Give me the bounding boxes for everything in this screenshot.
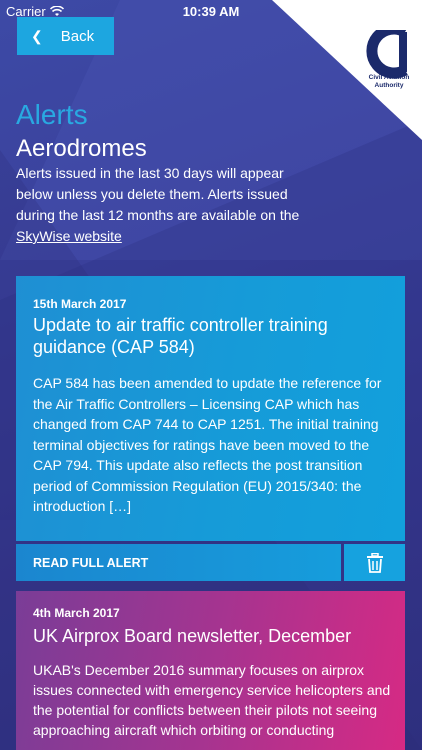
intro-text: Alerts issued in the last 30 days will a… — [16, 163, 316, 247]
read-full-alert-label: READ FULL ALERT — [33, 555, 149, 570]
alert-card: 4th March 2017 UK Airprox Board newslett… — [16, 591, 405, 750]
skywise-link[interactable]: SkyWise website — [16, 228, 122, 244]
alert-date: 15th March 2017 — [33, 297, 127, 311]
intro-body: Alerts issued in the last 30 days will a… — [16, 165, 300, 223]
alert-title[interactable]: Update to air traffic controller trainin… — [33, 314, 373, 358]
back-button-label: Back — [60, 27, 95, 45]
alert-title[interactable]: UK Airprox Board newsletter, December — [33, 625, 373, 647]
alert-card: 15th March 2017 Update to air traffic co… — [16, 276, 405, 541]
back-button[interactable]: ❮ Back — [17, 17, 114, 55]
alert-summary: CAP 584 has been amended to update the r… — [33, 375, 382, 514]
chevron-left-icon: ❮ — [31, 27, 43, 44]
alert-date: 4th March 2017 — [33, 606, 120, 620]
alert-actions: READ FULL ALERT — [16, 544, 405, 581]
alert-summary: UKAB's December 2016 summary focuses on … — [33, 662, 391, 738]
caa-logo-text: Civil Aviation Authority — [368, 74, 410, 89]
section-subtitle: Aerodromes — [16, 135, 147, 162]
read-full-alert-button[interactable]: READ FULL ALERT — [16, 544, 341, 581]
trash-icon — [366, 552, 383, 573]
page-title: Alerts — [16, 99, 88, 130]
delete-alert-button[interactable] — [344, 544, 405, 581]
